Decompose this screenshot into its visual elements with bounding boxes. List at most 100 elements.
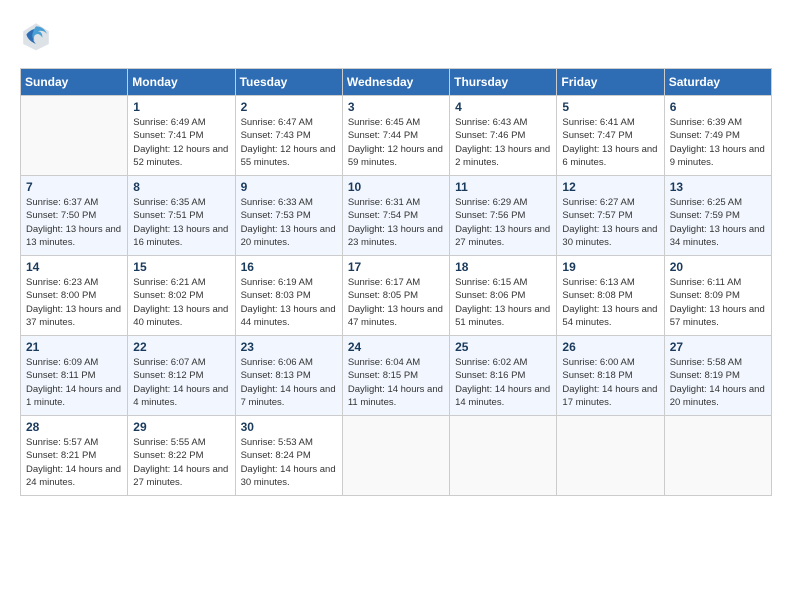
- calendar-cell: 4Sunrise: 6:43 AMSunset: 7:46 PMDaylight…: [450, 96, 557, 176]
- calendar-cell: [664, 416, 771, 496]
- calendar-cell: 19 Sunrise: 6:13 AMSunset: 8:08 PMDayligh…: [557, 256, 664, 336]
- day-info: Sunrise: 6:21 AMSunset: 8:02 PMDaylight:…: [133, 276, 229, 329]
- calendar-cell: 21 Sunrise: 6:09 AMSunset: 8:11 PMDayligh…: [21, 336, 128, 416]
- day-number: 17: [348, 260, 444, 274]
- day-info: Sunrise: 6:09 AMSunset: 8:11 PMDaylight:…: [26, 356, 122, 409]
- day-info: Sunrise: 5:53 AMSunset: 8:24 PMDaylight:…: [241, 436, 337, 489]
- day-number: 7: [26, 180, 122, 194]
- day-number: 10: [348, 180, 444, 194]
- day-number: 26: [562, 340, 658, 354]
- calendar-cell: 25 Sunrise: 6:02 AMSunset: 8:16 PMDayligh…: [450, 336, 557, 416]
- calendar-cell: 7 Sunrise: 6:37 AMSunset: 7:50 PMDaylight…: [21, 176, 128, 256]
- calendar-cell: 29 Sunrise: 5:55 AMSunset: 8:22 PMDayligh…: [128, 416, 235, 496]
- page-header: [20, 20, 772, 52]
- weekday-header-wednesday: Wednesday: [342, 69, 449, 96]
- calendar-cell: 18 Sunrise: 6:15 AMSunset: 8:06 PMDayligh…: [450, 256, 557, 336]
- weekday-header-thursday: Thursday: [450, 69, 557, 96]
- calendar-cell: [21, 96, 128, 176]
- calendar-cell: 15 Sunrise: 6:21 AMSunset: 8:02 PMDayligh…: [128, 256, 235, 336]
- day-info: Sunrise: 6:13 AMSunset: 8:08 PMDaylight:…: [562, 276, 658, 329]
- day-info: Sunrise: 6:07 AMSunset: 8:12 PMDaylight:…: [133, 356, 229, 409]
- weekday-header-tuesday: Tuesday: [235, 69, 342, 96]
- calendar-cell: 3Sunrise: 6:45 AMSunset: 7:44 PMDaylight…: [342, 96, 449, 176]
- calendar-cell: 11Sunrise: 6:29 AMSunset: 7:56 PMDayligh…: [450, 176, 557, 256]
- day-number: 13: [670, 180, 766, 194]
- calendar-cell: [450, 416, 557, 496]
- logo: [20, 20, 56, 52]
- calendar-cell: [342, 416, 449, 496]
- day-info: Sunrise: 6:47 AMSunset: 7:43 PMDaylight:…: [241, 116, 337, 169]
- day-info: Sunrise: 5:55 AMSunset: 8:22 PMDaylight:…: [133, 436, 229, 489]
- calendar-cell: 8Sunrise: 6:35 AMSunset: 7:51 PMDaylight…: [128, 176, 235, 256]
- day-info: Sunrise: 5:57 AMSunset: 8:21 PMDaylight:…: [26, 436, 122, 489]
- calendar-cell: 1 Sunrise: 6:49 AMSunset: 7:41 PMDaylight…: [128, 96, 235, 176]
- calendar-table: SundayMondayTuesdayWednesdayThursdayFrid…: [20, 68, 772, 496]
- day-info: Sunrise: 6:25 AMSunset: 7:59 PMDaylight:…: [670, 196, 766, 249]
- calendar-cell: 24 Sunrise: 6:04 AMSunset: 8:15 PMDayligh…: [342, 336, 449, 416]
- day-info: Sunrise: 6:04 AMSunset: 8:15 PMDaylight:…: [348, 356, 444, 409]
- day-number: 14: [26, 260, 122, 274]
- calendar-cell: 2 Sunrise: 6:47 AMSunset: 7:43 PMDaylight…: [235, 96, 342, 176]
- day-number: 23: [241, 340, 337, 354]
- day-number: 15: [133, 260, 229, 274]
- day-info: Sunrise: 6:15 AMSunset: 8:06 PMDaylight:…: [455, 276, 551, 329]
- day-number: 25: [455, 340, 551, 354]
- day-number: 11: [455, 180, 551, 194]
- day-info: Sunrise: 6:31 AMSunset: 7:54 PMDaylight:…: [348, 196, 444, 249]
- calendar-week-row: 1 Sunrise: 6:49 AMSunset: 7:41 PMDaylight…: [21, 96, 772, 176]
- calendar-cell: 10 Sunrise: 6:31 AMSunset: 7:54 PMDayligh…: [342, 176, 449, 256]
- day-number: 20: [670, 260, 766, 274]
- calendar-week-row: 14 Sunrise: 6:23 AMSunset: 8:00 PMDayligh…: [21, 256, 772, 336]
- day-info: Sunrise: 6:45 AMSunset: 7:44 PMDaylight:…: [348, 116, 444, 169]
- calendar-week-row: 21 Sunrise: 6:09 AMSunset: 8:11 PMDayligh…: [21, 336, 772, 416]
- day-number: 19: [562, 260, 658, 274]
- day-number: 22: [133, 340, 229, 354]
- day-info: Sunrise: 6:06 AMSunset: 8:13 PMDaylight:…: [241, 356, 337, 409]
- day-number: 12: [562, 180, 658, 194]
- day-info: Sunrise: 6:41 AMSunset: 7:47 PMDaylight:…: [562, 116, 658, 169]
- day-number: 29: [133, 420, 229, 434]
- weekday-header-saturday: Saturday: [664, 69, 771, 96]
- calendar-cell: 20 Sunrise: 6:11 AMSunset: 8:09 PMDayligh…: [664, 256, 771, 336]
- day-number: 28: [26, 420, 122, 434]
- day-number: 24: [348, 340, 444, 354]
- day-number: 1: [133, 100, 229, 114]
- day-info: Sunrise: 6:23 AMSunset: 8:00 PMDaylight:…: [26, 276, 122, 329]
- day-number: 9: [241, 180, 337, 194]
- day-number: 27: [670, 340, 766, 354]
- calendar-cell: 17 Sunrise: 6:17 AMSunset: 8:05 PMDayligh…: [342, 256, 449, 336]
- day-number: 2: [241, 100, 337, 114]
- day-info: Sunrise: 6:17 AMSunset: 8:05 PMDaylight:…: [348, 276, 444, 329]
- day-info: Sunrise: 6:00 AMSunset: 8:18 PMDaylight:…: [562, 356, 658, 409]
- calendar-cell: 14 Sunrise: 6:23 AMSunset: 8:00 PMDayligh…: [21, 256, 128, 336]
- calendar-cell: 5Sunrise: 6:41 AMSunset: 7:47 PMDaylight…: [557, 96, 664, 176]
- logo-icon: [20, 20, 52, 52]
- day-info: Sunrise: 6:11 AMSunset: 8:09 PMDaylight:…: [670, 276, 766, 329]
- day-number: 8: [133, 180, 229, 194]
- day-number: 6: [670, 100, 766, 114]
- day-info: Sunrise: 6:49 AMSunset: 7:41 PMDaylight:…: [133, 116, 229, 169]
- calendar-week-row: 28 Sunrise: 5:57 AMSunset: 8:21 PMDayligh…: [21, 416, 772, 496]
- weekday-header-monday: Monday: [128, 69, 235, 96]
- day-info: Sunrise: 5:58 AMSunset: 8:19 PMDaylight:…: [670, 356, 766, 409]
- calendar-cell: 28 Sunrise: 5:57 AMSunset: 8:21 PMDayligh…: [21, 416, 128, 496]
- calendar-cell: 16 Sunrise: 6:19 AMSunset: 8:03 PMDayligh…: [235, 256, 342, 336]
- calendar-week-row: 7 Sunrise: 6:37 AMSunset: 7:50 PMDaylight…: [21, 176, 772, 256]
- calendar-cell: 9 Sunrise: 6:33 AMSunset: 7:53 PMDaylight…: [235, 176, 342, 256]
- day-number: 16: [241, 260, 337, 274]
- weekday-header-friday: Friday: [557, 69, 664, 96]
- day-info: Sunrise: 6:33 AMSunset: 7:53 PMDaylight:…: [241, 196, 337, 249]
- day-info: Sunrise: 6:02 AMSunset: 8:16 PMDaylight:…: [455, 356, 551, 409]
- day-info: Sunrise: 6:37 AMSunset: 7:50 PMDaylight:…: [26, 196, 122, 249]
- day-number: 30: [241, 420, 337, 434]
- day-info: Sunrise: 6:43 AMSunset: 7:46 PMDaylight:…: [455, 116, 551, 169]
- calendar-cell: 26 Sunrise: 6:00 AMSunset: 8:18 PMDayligh…: [557, 336, 664, 416]
- day-number: 21: [26, 340, 122, 354]
- calendar-cell: 13 Sunrise: 6:25 AMSunset: 7:59 PMDayligh…: [664, 176, 771, 256]
- day-number: 18: [455, 260, 551, 274]
- day-info: Sunrise: 6:27 AMSunset: 7:57 PMDaylight:…: [562, 196, 658, 249]
- day-info: Sunrise: 6:19 AMSunset: 8:03 PMDaylight:…: [241, 276, 337, 329]
- calendar-cell: 30 Sunrise: 5:53 AMSunset: 8:24 PMDayligh…: [235, 416, 342, 496]
- calendar-cell: 12 Sunrise: 6:27 AMSunset: 7:57 PMDayligh…: [557, 176, 664, 256]
- calendar-cell: 27 Sunrise: 5:58 AMSunset: 8:19 PMDayligh…: [664, 336, 771, 416]
